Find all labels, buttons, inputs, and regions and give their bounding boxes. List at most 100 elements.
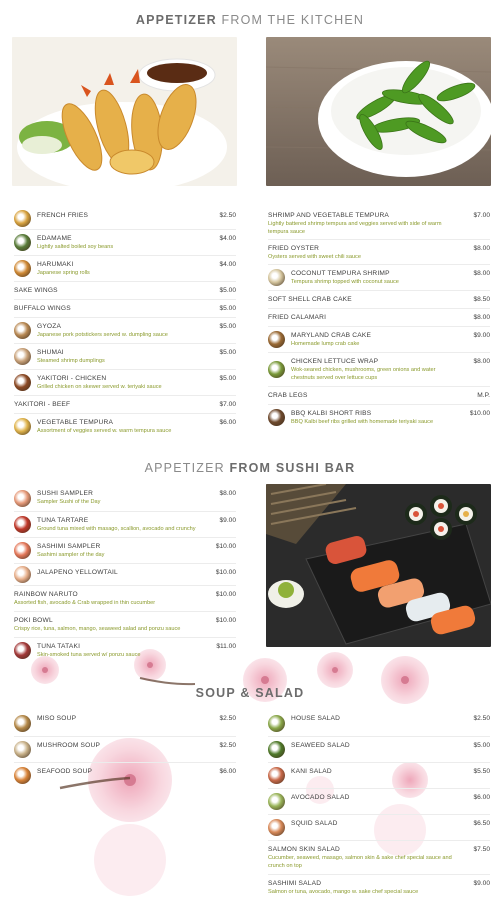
menu-item: AVOCADO SALAD $6.00: [268, 788, 490, 814]
item-description: Ground tuna mixed with masago, scallion,…: [37, 526, 196, 532]
menu-item: CRAB LEGS M.P.: [268, 386, 490, 404]
item-description: Lightly battered shrimp tempura and vegg…: [268, 221, 442, 235]
item-name: BUFFALO WINGS: [14, 305, 71, 312]
menu-item: TUNA TATAKI Skin-smoked tuna served w/ po…: [14, 637, 236, 663]
item-name: SHUMAI: [37, 349, 64, 356]
item-name: SQUID SALAD: [291, 820, 338, 827]
item-price: $6.00: [219, 768, 236, 775]
avocado-salad-icon: [268, 793, 285, 810]
item-name: MUSHROOM SOUP: [37, 742, 101, 749]
yellowtail-icon: [14, 566, 31, 583]
sushi-platter-photo: [266, 484, 491, 647]
menu-item: VEGETABLE TEMPURA Assortment of veggies s…: [14, 413, 236, 439]
item-name: SASHIMI SAMPLER: [37, 543, 101, 550]
item-name: KANI SALAD: [291, 768, 332, 775]
item-description: Japanese pork potstickers served w. dump…: [37, 332, 168, 338]
menu-item: FRIED OYSTER Oysters served with sweet ch…: [268, 239, 490, 264]
menu-item: YAKITORI - CHICKEN Grilled chicken on ske…: [14, 369, 236, 395]
lettuce-wrap-icon: [268, 361, 285, 378]
house-salad-icon: [268, 714, 285, 732]
item-price: $10.00: [469, 410, 490, 417]
item-name: TUNA TATAKI: [37, 643, 81, 650]
shrimp-tempura-photo: [12, 37, 237, 186]
item-price: $8.00: [473, 358, 490, 365]
item-price: $5.00: [219, 375, 236, 382]
item-name: SALMON SKIN SALAD: [268, 846, 340, 853]
item-price: $11.00: [216, 643, 236, 650]
menu-item: CHICKEN LETTUCE WRAP Wok-seared chicken, …: [268, 352, 490, 386]
item-price: $6.00: [473, 794, 490, 801]
item-description: Cucumber, seaweed, masago, salmon skin &…: [268, 855, 452, 869]
item-name: SEAWEED SALAD: [291, 742, 350, 749]
item-name: EDAMAME: [37, 235, 72, 242]
item-name: TUNA TARTARE: [37, 517, 89, 524]
item-description: Skin-smoked tuna served w/ ponzu sauce: [37, 652, 141, 658]
item-name: COCONUT TEMPURA SHRIMP: [291, 270, 390, 277]
title-bold: FROM SUSHI BAR: [229, 461, 356, 475]
item-price: $4.00: [219, 235, 236, 242]
item-price: $2.50: [473, 715, 490, 722]
menu-item: POKI BOWL Crispy rice, tuna, salmon, mang…: [14, 611, 236, 637]
crab-cake-icon: [268, 331, 285, 348]
item-price: $6.00: [219, 419, 236, 426]
item-description: Salmon or tuna, avocado, mango w. sake c…: [268, 889, 419, 895]
kitchen-menu-left: FRENCH FRIES $2.50 EDAMAME Lightly salted b…: [14, 207, 236, 439]
menu-item: MARYLAND CRAB CAKE Homemade lump crab cak…: [268, 326, 490, 352]
item-name: YAKITORI - CHICKEN: [37, 375, 107, 382]
soup-menu: MISO SOUP $2.50 MUSHROOM SOUP $2.50 SEAFOOD …: [14, 710, 236, 788]
item-name: SHRIMP AND VEGETABLE TEMPURA: [268, 212, 390, 219]
item-description: Wok-seared chicken, mushrooms, green oni…: [291, 367, 436, 381]
menu-item: MUSHROOM SOUP $2.50: [14, 736, 236, 762]
item-name: HARUMAKI: [37, 261, 74, 268]
tuna-tartare-icon: [14, 516, 31, 533]
item-name: CRAB LEGS: [268, 392, 308, 399]
item-name: RAINBOW NARUTO: [14, 591, 78, 598]
menu-item: SHUMAI Steamed shrimp dumplings $5.00: [14, 343, 236, 369]
item-name: SOFT SHELL CRAB CAKE: [268, 296, 352, 303]
title-rest: FROM THE KITCHEN: [216, 13, 365, 27]
item-description: Sampler Sushi of the Day: [37, 499, 101, 505]
yakitori-icon: [14, 374, 31, 391]
menu-item: SALMON SKIN SALAD Cucumber, seaweed, masa…: [268, 840, 490, 874]
seafood-soup-icon: [14, 767, 31, 784]
menu-item: KANI SALAD $5.50: [268, 762, 490, 788]
spring-roll-icon: [14, 260, 31, 277]
menu-item: SEAWEED SALAD $5.00: [268, 736, 490, 762]
menu-item: EDAMAME Lightly salted boiled soy beans $4…: [14, 229, 236, 255]
item-price: $9.00: [473, 880, 490, 887]
menu-item: SHRIMP AND VEGETABLE TEMPURA Lightly batt…: [268, 207, 490, 239]
item-name: MISO SOUP: [37, 715, 77, 722]
item-name: SUSHI SAMPLER: [37, 490, 94, 497]
item-price: $9.00: [219, 517, 236, 524]
item-name: FRIED CALAMARI: [268, 314, 327, 321]
menu-item: YAKITORI - BEEF $7.00: [14, 395, 236, 413]
menu-item: SAKE WINGS $5.00: [14, 281, 236, 299]
item-name: SEAFOOD SOUP: [37, 768, 93, 775]
sushi-menu: SUSHI SAMPLER Sampler Sushi of the Day $8.…: [14, 485, 236, 663]
item-name: SAKE WINGS: [14, 287, 58, 294]
item-price: $7.00: [473, 212, 490, 219]
item-name: CHICKEN LETTUCE WRAP: [291, 358, 379, 365]
item-name: SASHIMI SALAD: [268, 880, 322, 887]
item-name: FRIED OYSTER: [268, 245, 320, 252]
gyoza-icon: [14, 322, 31, 339]
sashimi-icon: [14, 542, 31, 559]
menu-item: HOUSE SALAD $2.50: [268, 710, 490, 736]
item-price: $10.00: [215, 569, 236, 576]
menu-item: COCONUT TEMPURA SHRIMP Tempura shrimp top…: [268, 264, 490, 290]
item-price: $6.50: [473, 820, 490, 827]
mushroom-soup-icon: [14, 741, 31, 758]
item-description: Oysters served with sweet chili sauce: [268, 254, 361, 260]
item-name: POKI BOWL: [14, 617, 53, 624]
item-name: MARYLAND CRAB CAKE: [291, 332, 372, 339]
item-description: BBQ Kalbi beef ribs grilled with homemad…: [291, 419, 434, 425]
item-name: VEGETABLE TEMPURA: [37, 419, 114, 426]
item-price: $8.50: [473, 296, 490, 303]
menu-item: FRIED CALAMARI $8.00: [268, 308, 490, 326]
coconut-shrimp-icon: [268, 269, 285, 286]
item-price: $10.00: [215, 591, 236, 598]
item-description: Homemade lump crab cake: [291, 341, 360, 347]
menu-page: APPETIZER FROM THE KITCHEN FRENCH FRIES …: [0, 0, 500, 904]
menu-item: MISO SOUP $2.50: [14, 710, 236, 736]
item-name: AVOCADO SALAD: [291, 794, 350, 801]
